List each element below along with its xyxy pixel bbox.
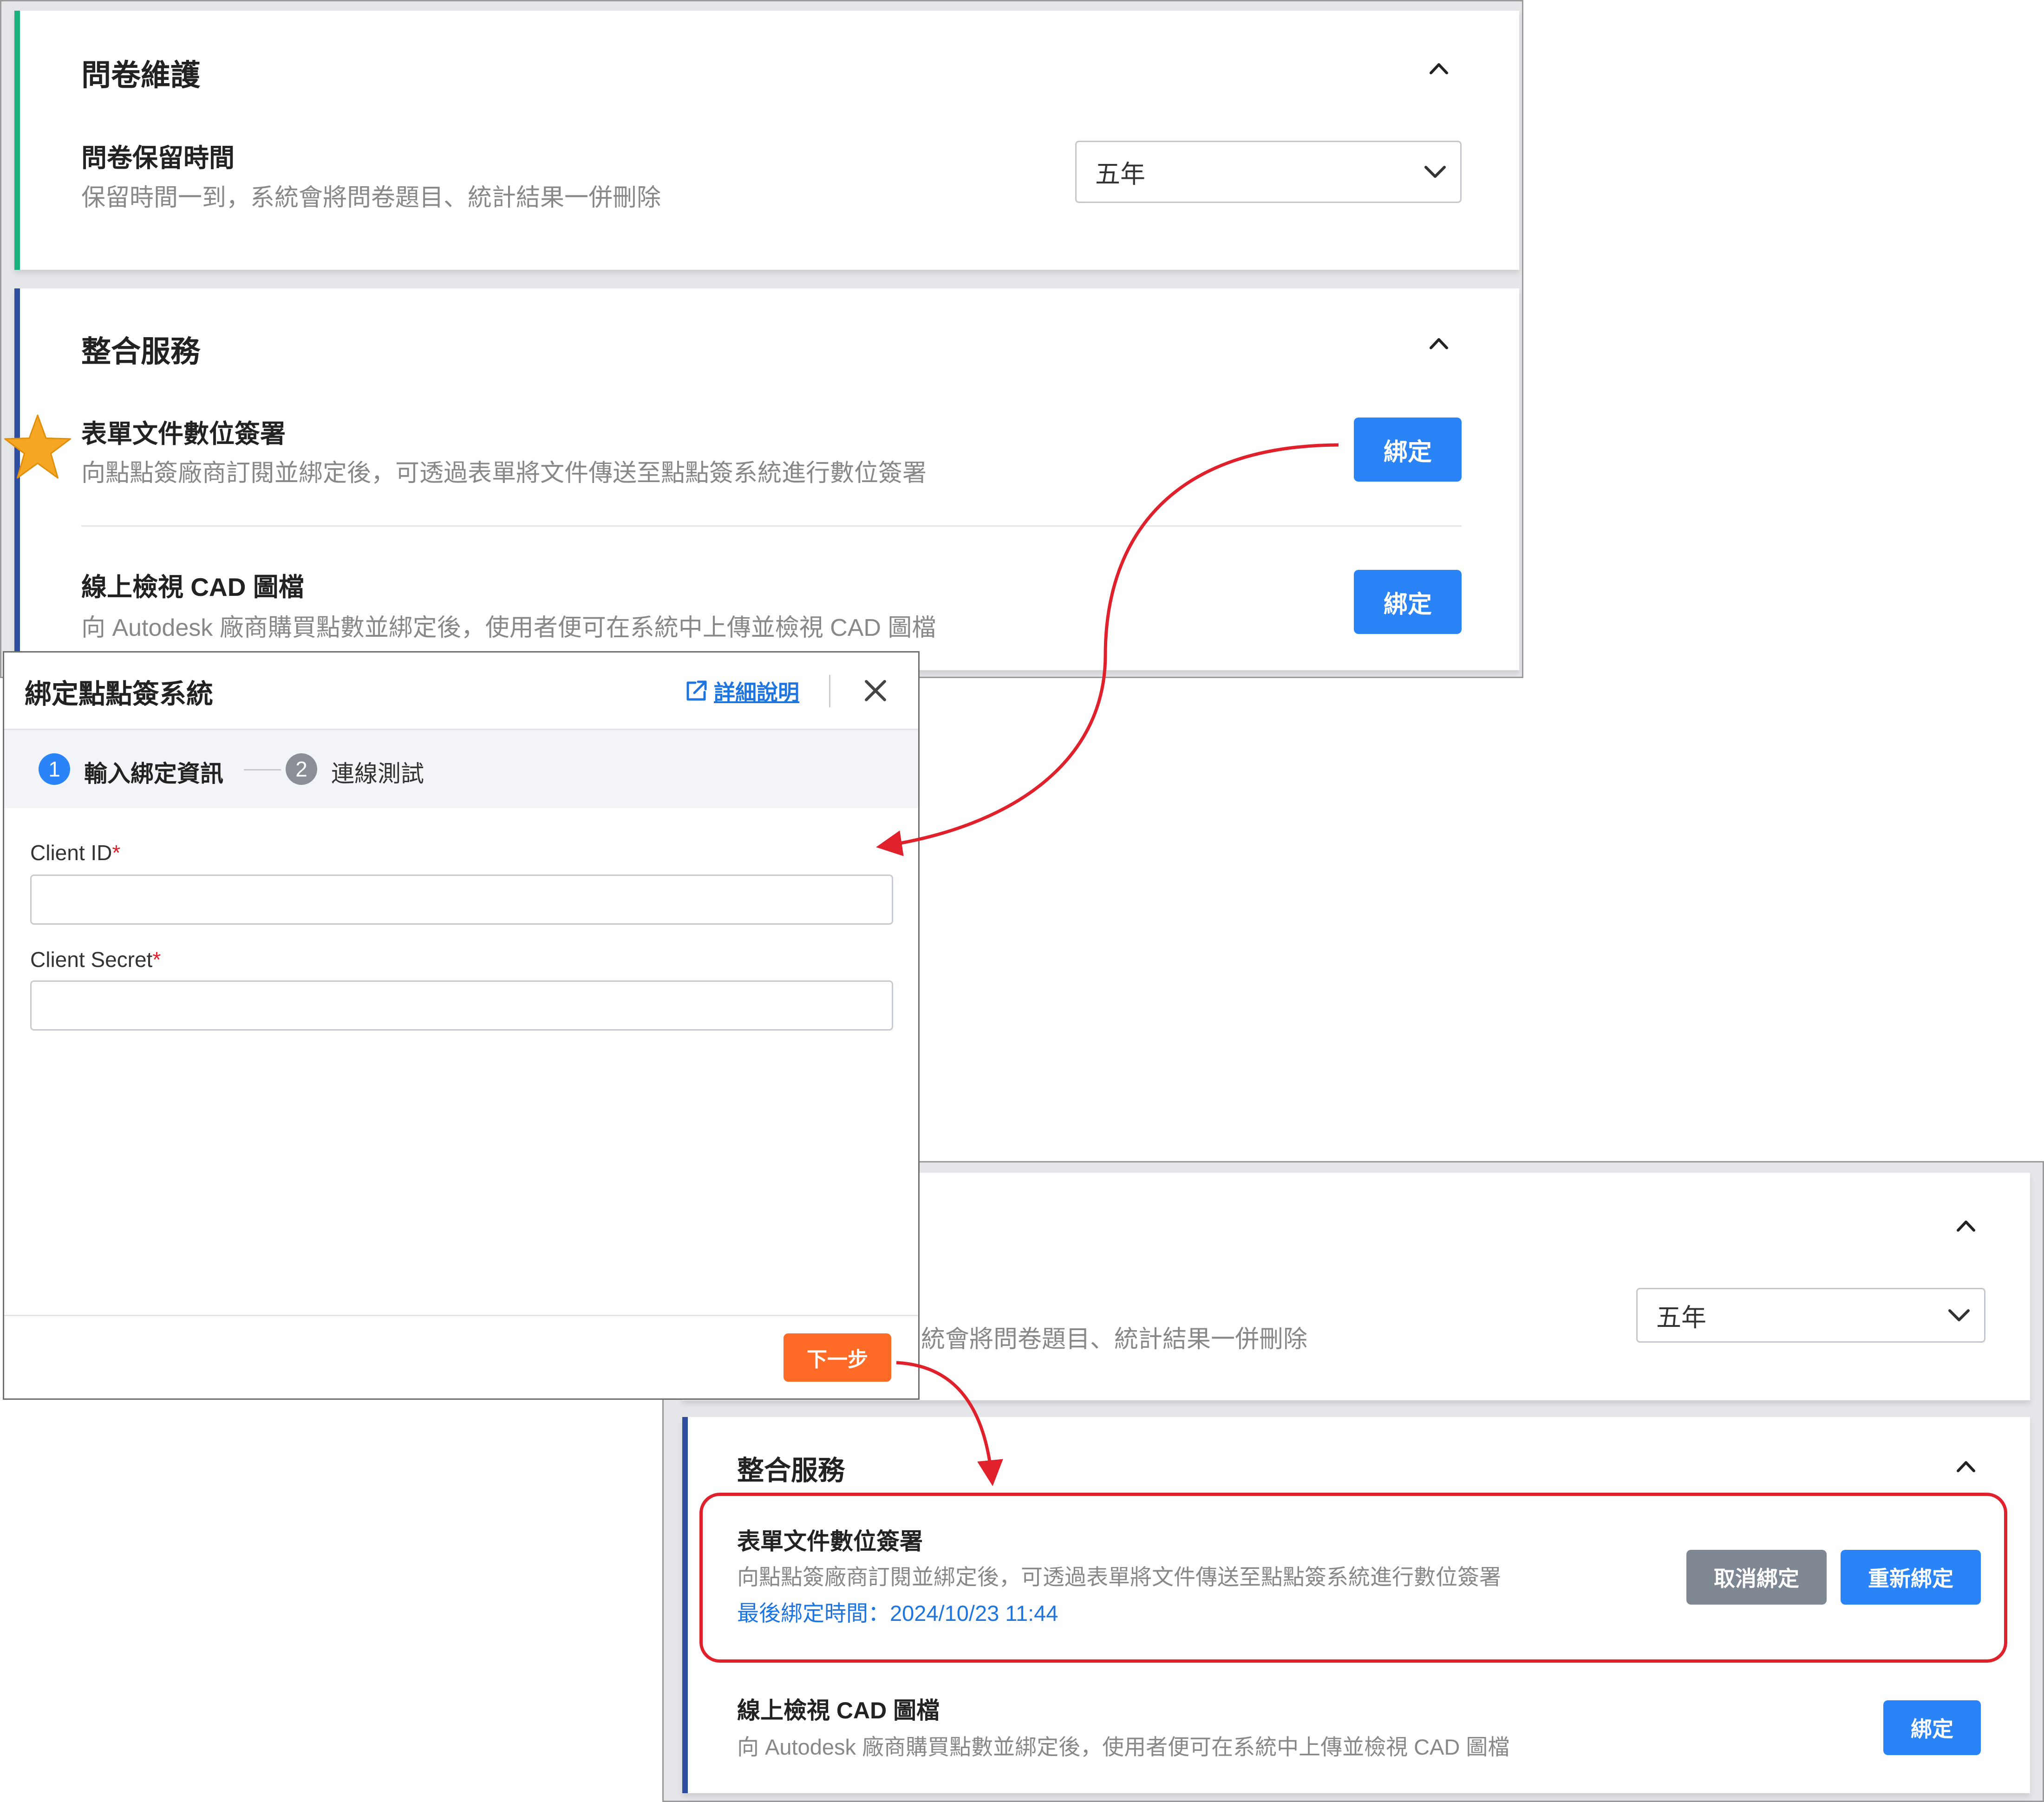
next-button[interactable]: 下一步 (784, 1333, 891, 1382)
step-1-circle: 1 (39, 753, 70, 785)
step-2-circle: 2 (286, 753, 317, 785)
cad-bind-button[interactable]: 綁定 (1883, 1700, 1981, 1755)
client-id-label: Client ID* (30, 840, 120, 865)
esign-bind-button[interactable]: 綁定 (1354, 418, 1462, 482)
cad-bind-button[interactable]: 綁定 (1354, 570, 1462, 634)
client-secret-input[interactable] (30, 980, 893, 1031)
collapse-chevron-icon[interactable] (1954, 1455, 1978, 1478)
section-title: 整合服務 (81, 335, 200, 368)
retention-select[interactable]: 五年 (1075, 141, 1462, 203)
card-accent-bar (14, 11, 20, 270)
top-settings-panel: 問卷維護 問卷保留時間 保留時間一到，系統會將問卷題目、統計結果一併刪除 五年 … (0, 0, 1523, 678)
step-2-label: 連線測試 (331, 761, 424, 787)
retention-select-value: 五年 (1656, 1304, 1706, 1332)
footer-divider (4, 1315, 918, 1316)
cad-label: 線上檢視 CAD 圖檔 (737, 1698, 940, 1724)
retention-select[interactable]: 五年 (1636, 1288, 1985, 1343)
chevron-down-icon (1948, 1309, 1970, 1321)
retention-select-value: 五年 (1095, 160, 1145, 189)
external-link-icon (686, 680, 707, 701)
header-separator (829, 675, 830, 707)
dialog-title: 綁定點點簽系統 (25, 679, 214, 709)
esign-description: 向點點簽廠商訂閱並綁定後，可透過表單將文件傳送至點點簽系統進行數位簽署 (81, 460, 927, 487)
star-icon (4, 414, 71, 479)
required-mark: * (112, 841, 121, 865)
close-icon[interactable] (863, 679, 888, 703)
row-divider (81, 525, 1462, 527)
required-mark: * (152, 947, 161, 972)
integration-services-card: 整合服務 表單文件數位簽署 向點點簽廠商訂閱並綁定後，可透過表單將文件傳送至點點… (14, 288, 1519, 670)
retention-description-partial: 統會將問卷題目、統計結果一併刪除 (921, 1326, 1308, 1353)
help-link[interactable]: 詳細說明 (684, 676, 799, 706)
bind-dialog: 綁定點點簽系統 詳細說明 1 輸入綁定資訊 2 連線測試 Client ID* … (3, 651, 920, 1400)
stepper: 1 輸入綁定資訊 2 連線測試 (4, 730, 918, 808)
collapse-chevron-icon[interactable] (1427, 57, 1450, 80)
highlight-box (699, 1493, 2007, 1663)
survey-maintenance-card: 問卷維護 問卷保留時間 保留時間一到，系統會將問卷題目、統計結果一併刪除 五年 (14, 11, 1519, 270)
step-connector (244, 769, 281, 770)
section-title: 問卷維護 (81, 59, 200, 92)
retention-description: 保留時間一到，系統會將問卷題目、統計結果一併刪除 (81, 184, 661, 211)
esign-label: 表單文件數位簽署 (81, 419, 286, 448)
cad-label: 線上檢視 CAD 圖檔 (81, 573, 304, 601)
cad-description: 向 Autodesk 廠商購買點數並綁定後，使用者便可在系統中上傳並檢視 CAD… (81, 614, 936, 641)
collapse-chevron-icon[interactable] (1427, 332, 1450, 355)
client-secret-label-text: Client Secret (30, 947, 153, 972)
card-accent-bar (682, 1417, 688, 1793)
client-secret-label: Client Secret* (30, 947, 161, 972)
retention-label: 問卷保留時間 (81, 144, 235, 172)
chevron-down-icon (1424, 166, 1446, 178)
collapse-chevron-icon[interactable] (1954, 1214, 1978, 1238)
step-1-label: 輸入綁定資訊 (84, 761, 223, 787)
help-link-text: 詳細說明 (714, 680, 799, 705)
client-id-input[interactable] (30, 875, 893, 925)
cad-description: 向 Autodesk 廠商購買點數並綁定後，使用者便可在系統中上傳並檢視 CAD… (737, 1735, 1510, 1759)
client-id-label-text: Client ID (30, 841, 112, 865)
section-title: 整合服務 (737, 1456, 845, 1486)
